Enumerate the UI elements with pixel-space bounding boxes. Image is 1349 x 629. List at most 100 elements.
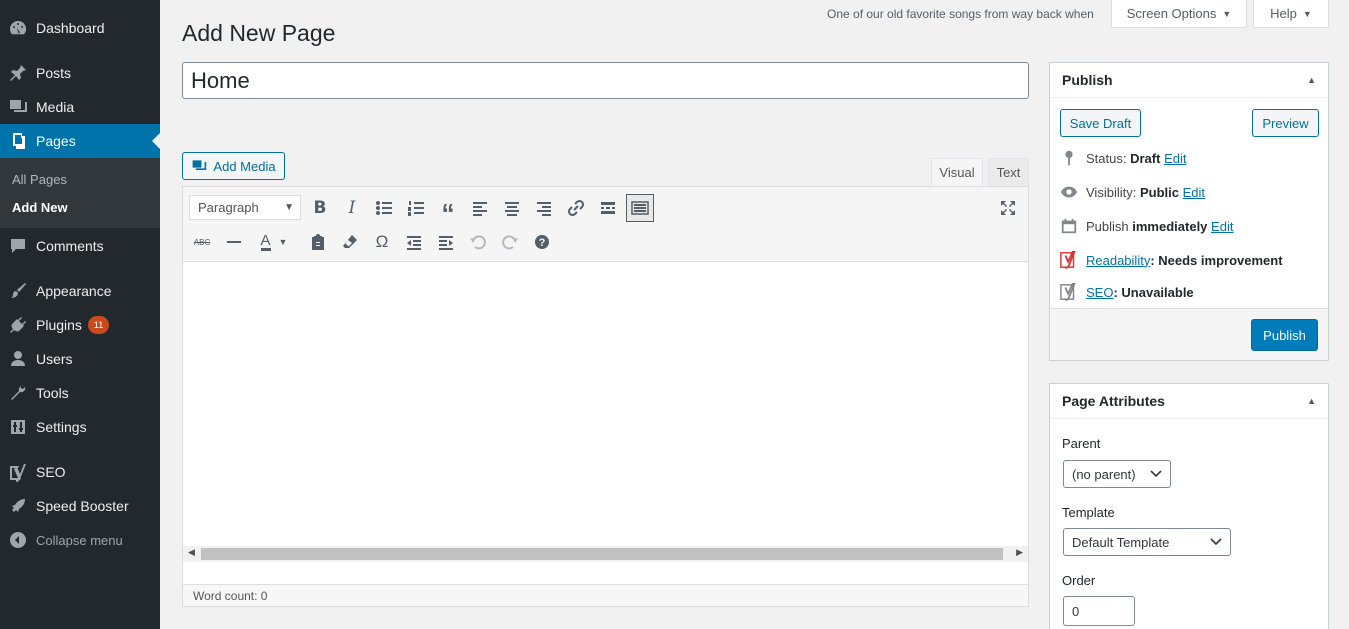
calendar-icon — [1061, 218, 1077, 234]
keyboard-shortcuts-button[interactable]: ? — [528, 228, 556, 256]
menu-pages[interactable]: Pages — [0, 124, 160, 158]
align-center-button[interactable] — [498, 194, 526, 222]
menu-label: Media — [36, 99, 75, 115]
clipboard-icon — [312, 234, 324, 250]
menu-label: SEO — [36, 464, 66, 480]
align-right-button[interactable] — [530, 194, 558, 222]
read-more-icon — [601, 202, 615, 214]
pin-icon — [0, 63, 36, 83]
caret-down-icon: ▼ — [1222, 8, 1232, 19]
help-icon: ? — [535, 235, 549, 249]
collapse-icon — [0, 530, 36, 550]
redo-icon — [502, 235, 518, 250]
fullscreen-button[interactable] — [994, 194, 1022, 222]
bold-icon: B — [313, 198, 327, 218]
read-more-button[interactable] — [594, 194, 622, 222]
indent-button[interactable] — [432, 228, 460, 256]
readability-row: Readability: Needs improvement — [1060, 251, 1283, 269]
edit-status-link[interactable]: Edit — [1164, 151, 1186, 166]
format-value: Paragraph — [198, 200, 259, 215]
menu-posts[interactable]: Posts — [0, 56, 160, 90]
menu-tools[interactable]: Tools — [0, 376, 160, 410]
publish-box-header[interactable]: Publish ▲ — [1050, 63, 1328, 98]
menu-plugins[interactable]: Plugins 11 — [0, 308, 160, 342]
dashboard-icon — [0, 18, 36, 38]
blockquote-button[interactable]: “ — [434, 194, 462, 226]
fullscreen-icon — [1001, 201, 1015, 215]
publish-button[interactable]: Publish — [1251, 319, 1318, 351]
horizontal-scrollbar[interactable]: ◀ ▶ — [183, 546, 1028, 562]
submenu-add-new[interactable]: Add New — [12, 200, 68, 215]
page-attributes-box: Page Attributes ▲ Parent (no parent) Tem… — [1049, 383, 1329, 629]
clear-formatting-button[interactable] — [336, 228, 364, 256]
menu-label: Comments — [36, 238, 104, 254]
paste-text-button[interactable] — [304, 228, 332, 256]
italic-icon: I — [348, 198, 356, 218]
menu-users[interactable]: Users — [0, 342, 160, 376]
format-select[interactable]: Paragraph ▼ — [189, 195, 301, 220]
collapse-menu-button[interactable]: Collapse menu — [0, 523, 160, 557]
edit-visibility-link[interactable]: Edit — [1183, 185, 1205, 200]
screen-options-button[interactable]: Screen Options ▼ — [1111, 0, 1247, 28]
parent-select[interactable]: (no parent) — [1063, 460, 1171, 488]
align-left-button[interactable] — [466, 194, 494, 222]
toolbar-toggle-button[interactable] — [626, 194, 654, 222]
strikethrough-button[interactable]: ABC — [188, 228, 216, 256]
readability-link[interactable]: Readability — [1086, 253, 1150, 268]
scroll-left-icon[interactable]: ◀ — [188, 547, 195, 558]
seo-text: SEO: Unavailable — [1086, 284, 1194, 300]
add-media-button[interactable]: Add Media — [182, 152, 285, 180]
menu-appearance[interactable]: Appearance — [0, 274, 160, 308]
order-label: Order — [1062, 573, 1096, 588]
page-attributes-header[interactable]: Page Attributes ▲ — [1050, 384, 1328, 419]
menu-seo[interactable]: SEO — [0, 455, 160, 489]
help-button[interactable]: Help ▼ — [1253, 0, 1329, 28]
menu-media[interactable]: Media — [0, 90, 160, 124]
numbered-list-icon — [408, 201, 424, 216]
caret-down-icon: ▼ — [1302, 8, 1312, 19]
yoast-gray-icon — [1060, 283, 1076, 301]
template-select[interactable]: Default Template — [1063, 528, 1231, 556]
page-title-input[interactable] — [182, 62, 1029, 99]
page-attributes-title: Page Attributes — [1062, 393, 1165, 409]
menu-speed-booster[interactable]: Speed Booster — [0, 489, 160, 523]
menu-comments[interactable]: Comments — [0, 229, 160, 263]
horizontal-line-button[interactable] — [220, 228, 248, 256]
brush-icon — [0, 281, 36, 301]
preview-button[interactable]: Preview — [1252, 109, 1319, 137]
menu-label: Settings — [36, 419, 87, 435]
scrollbar-thumb[interactable] — [201, 548, 1003, 560]
insert-link-button[interactable] — [562, 194, 590, 222]
seo-link[interactable]: SEO — [1086, 285, 1113, 300]
special-character-button[interactable]: Ω — [368, 228, 396, 256]
text-color-button[interactable]: A ▼ — [252, 228, 296, 256]
menu-dashboard[interactable]: Dashboard — [0, 11, 160, 45]
chevron-down-icon — [1210, 538, 1222, 546]
bold-button[interactable]: B — [306, 194, 334, 222]
save-draft-button[interactable]: Save Draft — [1060, 109, 1141, 137]
collapse-up-icon[interactable]: ▲ — [1307, 75, 1316, 85]
status-row: Status: Draft Edit — [1060, 149, 1186, 167]
order-input[interactable] — [1063, 596, 1135, 626]
add-media-label: Add Media — [213, 158, 276, 174]
text-color-icon: A — [260, 231, 271, 251]
editor-content-area[interactable] — [183, 263, 1028, 546]
outdent-button[interactable] — [400, 228, 428, 256]
redo-button[interactable] — [496, 228, 524, 256]
italic-button[interactable]: I — [338, 194, 366, 222]
collapse-up-icon[interactable]: ▲ — [1307, 396, 1316, 406]
link-icon — [567, 199, 585, 217]
tab-text[interactable]: Text — [988, 158, 1029, 187]
scroll-right-icon[interactable]: ▶ — [1016, 547, 1023, 558]
menu-settings[interactable]: Settings — [0, 410, 160, 444]
plugin-icon — [0, 315, 36, 335]
align-left-icon — [473, 202, 487, 216]
bullet-list-button[interactable] — [370, 194, 398, 222]
submenu-all-pages[interactable]: All Pages — [12, 172, 67, 187]
align-right-icon — [537, 202, 551, 216]
edit-publish-time-link[interactable]: Edit — [1211, 219, 1233, 234]
numbered-list-button[interactable] — [402, 194, 430, 222]
tab-visual[interactable]: Visual — [931, 158, 983, 187]
rocket-icon — [0, 496, 36, 516]
undo-button[interactable] — [464, 228, 492, 256]
